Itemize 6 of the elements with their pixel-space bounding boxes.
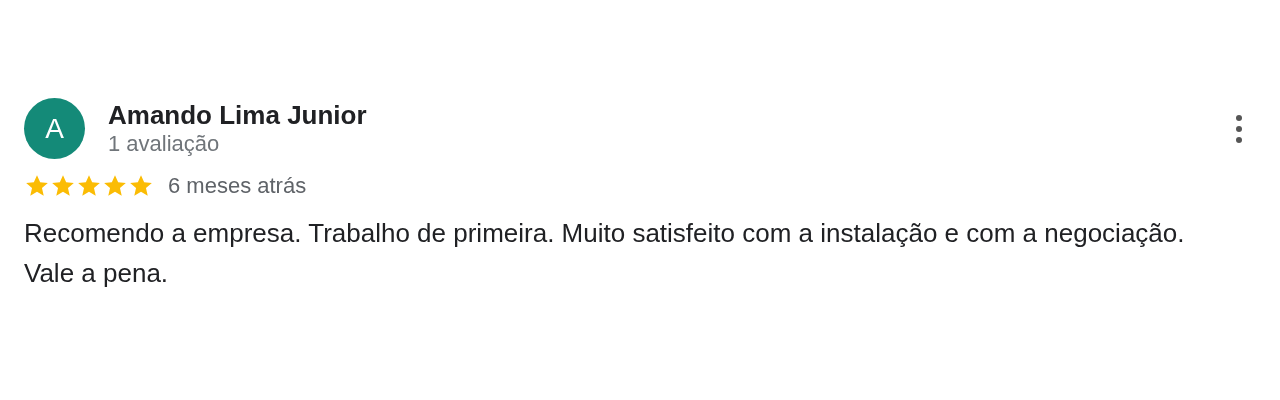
avatar: A — [24, 98, 85, 159]
more-options-icon[interactable] — [1236, 113, 1242, 144]
review-text: Recomendo a empresa. Trabalho de primeira. Muito satisfeito com a instalação e com a negociação. Vale a pena. — [24, 217, 1186, 290]
review-time: 6 meses atrás — [168, 173, 307, 199]
review-count: 1 avaliação — [108, 131, 221, 157]
author-name[interactable]: Amando Lima Junior — [108, 100, 1236, 131]
